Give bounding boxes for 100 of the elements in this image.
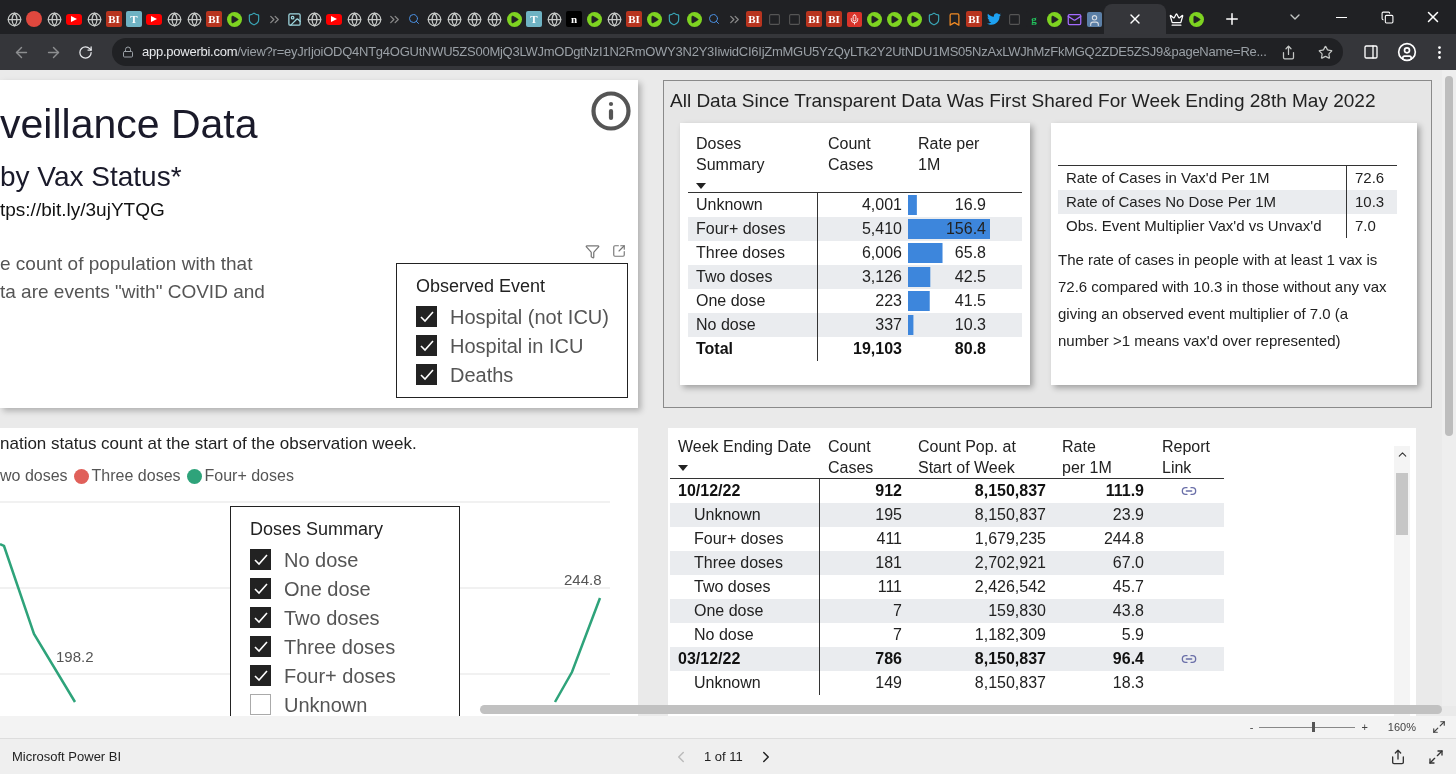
browser-tab[interactable]: BI xyxy=(806,11,822,27)
slicer-option[interactable]: Two doses xyxy=(284,605,380,630)
browser-tab[interactable]: BI xyxy=(966,11,982,27)
checkbox[interactable] xyxy=(416,364,437,385)
zoom-thumb[interactable] xyxy=(1312,722,1316,732)
checkbox[interactable] xyxy=(250,694,271,715)
filter-icon[interactable] xyxy=(585,244,600,259)
slicer-option[interactable]: Unknown xyxy=(284,692,368,716)
browser-tab[interactable] xyxy=(1187,10,1205,28)
browser-tab[interactable] xyxy=(225,10,243,28)
browser-tab[interactable] xyxy=(685,10,703,28)
checkbox[interactable] xyxy=(416,306,437,327)
browser-tab[interactable] xyxy=(445,10,463,28)
browser-tab[interactable] xyxy=(5,10,23,28)
legend-label[interactable]: Three doses xyxy=(91,464,181,488)
bookmark-star-icon[interactable] xyxy=(1318,44,1333,60)
sort-icon[interactable] xyxy=(696,183,706,189)
info-icon[interactable] xyxy=(590,90,632,132)
table-cell-text: 786 xyxy=(874,649,903,669)
description-text: e count of population with that xyxy=(0,252,254,276)
globe-icon xyxy=(606,11,622,27)
browser-tab[interactable] xyxy=(645,10,663,28)
checkbox[interactable] xyxy=(250,607,271,628)
active-tab[interactable] xyxy=(1104,4,1166,34)
share-icon[interactable] xyxy=(1281,44,1296,60)
checkbox[interactable] xyxy=(416,335,437,356)
sort-icon[interactable] xyxy=(678,465,688,471)
slicer-option[interactable]: Four+ doses xyxy=(284,663,396,688)
column-header[interactable]: Rate per 1M xyxy=(918,133,998,175)
browser-tab[interactable] xyxy=(505,10,523,28)
table-cell-text: 72.6 xyxy=(1354,168,1386,188)
group-label[interactable]: 03/12/22 xyxy=(670,647,820,671)
browser-tab[interactable] xyxy=(545,10,563,28)
browser-tab[interactable] xyxy=(185,10,203,28)
browser-tab[interactable] xyxy=(285,10,303,28)
checkbox[interactable] xyxy=(250,549,271,570)
browser-tab[interactable] xyxy=(1167,10,1185,28)
browser-tab[interactable] xyxy=(585,10,603,28)
source-link[interactable]: tps://bit.ly/3ujYTQG xyxy=(0,196,265,224)
browser-tab[interactable]: BI xyxy=(626,11,642,27)
slicer-option[interactable]: Hospital (not ICU) xyxy=(450,304,609,329)
legend-label[interactable]: Four+ doses xyxy=(204,464,294,488)
table-cell-text: 8,150,837 xyxy=(973,673,1047,693)
browser-tab[interactable] xyxy=(465,10,483,28)
legend-label[interactable]: wo doses xyxy=(0,464,68,488)
browser-tab[interactable]: BI xyxy=(826,11,842,27)
focus-mode-icon[interactable] xyxy=(612,244,626,258)
fullscreen-icon[interactable] xyxy=(1428,748,1444,765)
globe-icon xyxy=(6,11,22,27)
page-indicator: 1 of 11 xyxy=(704,748,743,767)
column-header[interactable]: Doses Summary xyxy=(696,133,776,175)
checkbox[interactable] xyxy=(250,665,271,686)
slicer-option[interactable]: No dose xyxy=(284,547,359,572)
slicer-option[interactable]: One dose xyxy=(284,576,371,601)
column-header[interactable]: Count Pop. at Start of Week xyxy=(918,436,1028,478)
column-header[interactable]: Count Cases xyxy=(828,133,908,175)
browser-tab[interactable]: BI xyxy=(106,11,122,27)
browser-tab[interactable]: BI xyxy=(746,11,762,27)
page-scrollbar[interactable] xyxy=(1442,70,1456,706)
zoom-slider[interactable] xyxy=(1259,722,1356,732)
address-bar[interactable]: app.powerbi.com/view?r=eyJrIjoiODQ4NTg4OGUtNWU5ZS00MjQ3LWJmODgtNzI1N2RmOWY3N2Y3IiwidCI6IjZmMGU5YzQyLTk2Y2UtNDU1MS05NzAxLWJhMzFkMGQ2ZDE5ZSJ9&pageName=Re... xyxy=(112,38,1343,66)
browser-tab[interactable] xyxy=(845,10,863,28)
table-cell-text: 156.4 xyxy=(944,219,987,239)
browser-tab[interactable] xyxy=(165,10,183,28)
browser-tab[interactable] xyxy=(905,10,923,28)
column-header[interactable]: Count Cases xyxy=(828,436,888,478)
zoom-in-button[interactable]: + xyxy=(1361,718,1368,736)
browser-tab[interactable] xyxy=(985,10,1003,28)
checkbox[interactable] xyxy=(250,578,271,599)
fit-to-page-icon[interactable] xyxy=(1432,720,1446,734)
browser-tab[interactable] xyxy=(45,10,63,28)
browser-tab[interactable]: n xyxy=(566,11,582,27)
browser-tab[interactable] xyxy=(345,10,363,28)
slicer-option[interactable]: Hospital in ICU xyxy=(450,333,584,358)
checkbox[interactable] xyxy=(250,636,271,657)
slicer-option[interactable]: Deaths xyxy=(450,362,514,387)
zoom-out-button[interactable]: - xyxy=(1249,718,1254,736)
browser-tab[interactable] xyxy=(885,10,903,28)
browser-tab[interactable]: BI xyxy=(206,11,222,27)
horizontal-scrollbar[interactable] xyxy=(480,705,1442,714)
column-header[interactable]: Report Link xyxy=(1162,436,1222,478)
browser-tab[interactable] xyxy=(605,10,623,28)
column-header[interactable]: Week Ending Date xyxy=(678,436,820,457)
browser-tab[interactable] xyxy=(425,10,443,28)
browser-tab[interactable] xyxy=(1085,10,1103,28)
scroll-thumb[interactable] xyxy=(1396,473,1408,535)
scroll-thumb[interactable] xyxy=(1445,76,1453,436)
table-scrollbar[interactable] xyxy=(1394,446,1410,716)
browser-tab[interactable] xyxy=(365,10,383,28)
column-header[interactable]: Rate per 1M xyxy=(1062,436,1122,478)
profile-icon[interactable] xyxy=(1397,42,1417,62)
share-icon[interactable] xyxy=(1390,748,1406,765)
table-cell-text: 244.8 xyxy=(1102,529,1145,549)
browser-tab[interactable] xyxy=(485,10,503,28)
browser-tab[interactable] xyxy=(85,10,103,28)
side-panel-icon[interactable] xyxy=(1363,44,1379,60)
slicer-option[interactable]: Three doses xyxy=(284,634,396,659)
browser-tab[interactable] xyxy=(1045,10,1063,28)
browser-tab[interactable] xyxy=(305,10,323,28)
browser-tab[interactable] xyxy=(865,10,883,28)
